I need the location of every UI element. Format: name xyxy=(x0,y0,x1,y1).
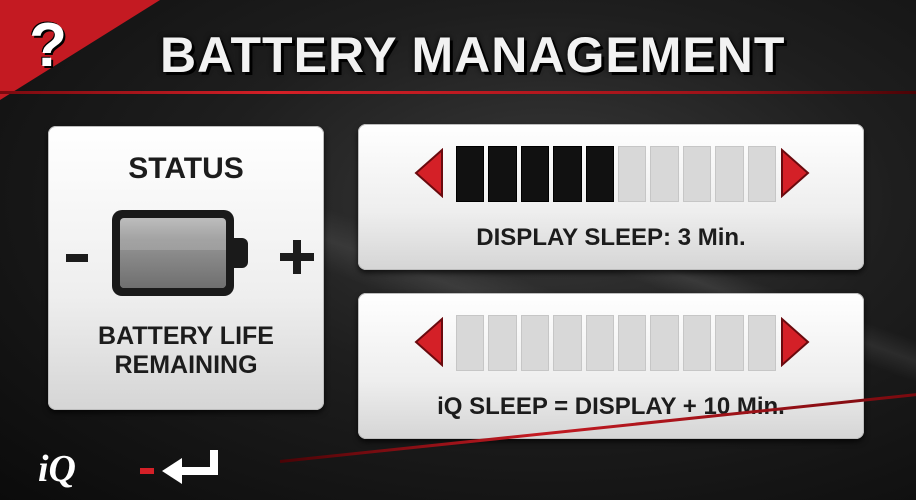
level-segment xyxy=(682,315,712,371)
battery-gauge xyxy=(120,218,226,288)
level-segment xyxy=(456,315,485,371)
display-sleep-bar[interactable] xyxy=(456,146,777,202)
battery-terminal xyxy=(234,238,248,268)
return-arrow-icon[interactable] xyxy=(138,446,228,492)
title-divider xyxy=(0,91,916,94)
level-segment xyxy=(650,315,679,371)
level-segment xyxy=(618,315,647,371)
decrease-iq-sleep-arrow-icon[interactable] xyxy=(414,317,444,367)
level-segment xyxy=(747,146,777,202)
level-segment xyxy=(553,146,582,202)
increase-display-sleep-arrow-icon[interactable] xyxy=(780,148,810,198)
page-title: BATTERY MANAGEMENT xyxy=(160,27,786,83)
caption-line: BATTERY LIFE xyxy=(98,322,274,350)
level-segment xyxy=(715,146,744,202)
level-segment xyxy=(456,146,485,202)
level-segment xyxy=(520,146,550,202)
battery-life-caption: BATTERY LIFE REMAINING xyxy=(48,322,324,380)
battery-management-screen: ? BATTERY MANAGEMENT STATUS BATTERY LIFE… xyxy=(0,0,916,500)
level-segment xyxy=(585,315,615,371)
level-segment xyxy=(650,146,679,202)
increase-iq-sleep-arrow-icon[interactable] xyxy=(780,317,810,367)
level-segment xyxy=(488,315,517,371)
status-title: STATUS xyxy=(128,152,244,185)
iq-sleep-bar[interactable] xyxy=(456,315,777,371)
plus-icon xyxy=(280,240,314,274)
level-segment xyxy=(715,315,744,371)
level-segment xyxy=(747,315,777,371)
battery-level-fill xyxy=(120,249,226,288)
iq-sleep-panel: iQ SLEEP = DISPLAY + 10 Min. xyxy=(358,293,864,439)
level-segment xyxy=(585,146,615,202)
battery-status-panel: STATUS BATTERY LIFE REMAINING xyxy=(48,126,324,410)
level-segment xyxy=(682,146,712,202)
level-segment xyxy=(488,146,517,202)
display-sleep-label: DISPLAY SLEEP: 3 Min. xyxy=(476,224,746,251)
question-mark-icon[interactable]: ? xyxy=(18,6,78,86)
decrease-display-sleep-arrow-icon[interactable] xyxy=(414,148,444,198)
level-segment xyxy=(520,315,550,371)
iq-logo: iQ xyxy=(38,448,76,490)
minus-icon xyxy=(66,254,88,262)
display-sleep-panel: DISPLAY SLEEP: 3 Min. xyxy=(358,124,864,270)
level-segment xyxy=(618,146,647,202)
battery-icon xyxy=(112,210,234,296)
level-segment xyxy=(553,315,582,371)
caption-line: REMAINING xyxy=(114,351,258,379)
